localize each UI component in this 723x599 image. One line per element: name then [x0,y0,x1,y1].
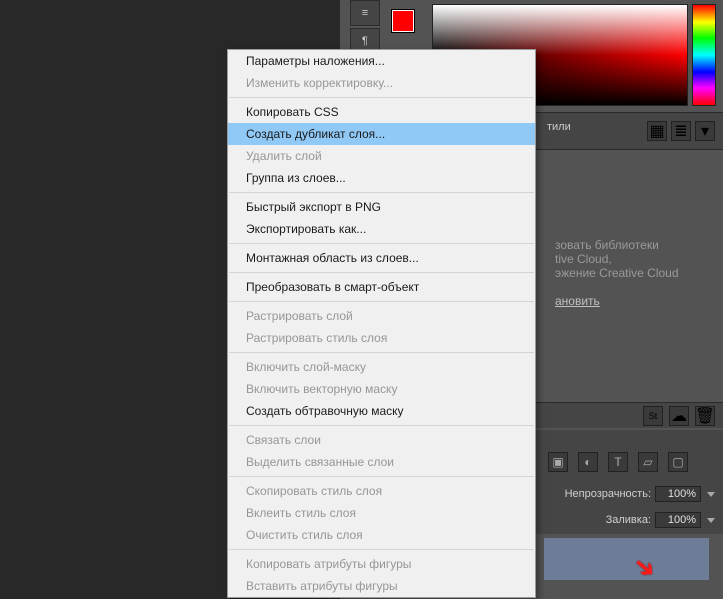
opacity-row: Непрозрачность: 100% [565,486,715,502]
menu-separator [229,549,534,550]
st-icon[interactable]: St [643,406,663,426]
cc-promo-link[interactable]: ановить [555,294,600,308]
menu-item[interactable]: Копировать CSS [228,101,535,123]
menu-item: Удалить слой [228,145,535,167]
panel-icon-column: ≡ ¶ [350,0,380,56]
menu-item: Скопировать стиль слоя [228,480,535,502]
fill-row: Заливка: 100% [606,512,715,528]
hue-slider[interactable] [692,4,716,106]
menu-item[interactable]: Создать обтравочную маску [228,400,535,422]
filter-smart-icon[interactable]: ▢ [668,452,688,472]
menu-item: Включить векторную маску [228,378,535,400]
menu-item: Связать слои [228,429,535,451]
menu-separator [229,272,534,273]
menu-item: Растрировать слой [228,305,535,327]
trash-icon[interactable]: 🗑 [695,406,715,426]
menu-item[interactable]: Преобразовать в смарт-объект [228,276,535,298]
menu-item: Включить слой-маску [228,356,535,378]
menu-item[interactable]: Экспортировать как... [228,218,535,240]
menu-separator [229,301,534,302]
cc-promo-line2: tive Cloud, [555,252,713,266]
cc-promo-line1: зовать библиотеки [555,238,713,252]
menu-item: Выделить связанные слои [228,451,535,473]
menu-item[interactable]: Параметры наложения... [228,50,535,72]
thumb-grid-icon[interactable]: ▦ [647,121,667,141]
link-cloud-icon[interactable]: ☁ [669,406,689,426]
layer-filter-row: ▣ ◐ T ▱ ▢ [548,452,688,472]
fill-value[interactable]: 100% [655,512,701,528]
menu-item: Вставить атрибуты фигуры [228,575,535,597]
foreground-color-swatch[interactable] [392,10,414,32]
menu-separator [229,243,534,244]
opacity-value[interactable]: 100% [655,486,701,502]
menu-item: Изменить корректировку... [228,72,535,94]
menu-separator [229,425,534,426]
menu-item[interactable]: Создать дубликат слоя... [228,123,535,145]
menu-item: Вклеить стиль слоя [228,502,535,524]
filter-shape-icon[interactable]: ▱ [638,452,658,472]
cc-libraries-promo: зовать библиотеки tive Cloud, эжение Cre… [535,150,723,380]
panel-options-bar: St ☁ 🗑 [535,402,723,428]
menu-separator [229,352,534,353]
menu-item[interactable]: Группа из слоев... [228,167,535,189]
styles-tab-label[interactable]: тили [547,121,571,133]
list-icon[interactable]: ≣ [671,121,691,141]
opacity-label: Непрозрачность: [565,488,651,500]
filter-image-icon[interactable]: ▣ [548,452,568,472]
styles-panel: тили ▦ ≣ ▾ [535,112,723,150]
menu-item: Растрировать стиль слоя [228,327,535,349]
menu-separator [229,192,534,193]
panel-menu-icon[interactable]: ▾ [695,121,715,141]
filter-adjust-icon[interactable]: ◐ [578,452,598,472]
menu-item[interactable]: Быстрый экспорт в PNG [228,196,535,218]
chevron-down-icon[interactable] [707,518,715,523]
fill-label: Заливка: [606,514,651,526]
menu-separator [229,97,534,98]
filter-type-icon[interactable]: T [608,452,628,472]
menu-separator [229,476,534,477]
layer-row[interactable] [544,538,709,580]
cc-promo-line3: эжение Creative Cloud [555,266,713,280]
panel-icon-1[interactable]: ≡ [350,0,380,26]
chevron-down-icon[interactable] [707,492,715,497]
menu-item: Копировать атрибуты фигуры [228,553,535,575]
layer-context-menu: Параметры наложения...Изменить корректир… [227,49,536,598]
menu-item: Очистить стиль слоя [228,524,535,546]
foreground-background-swatch[interactable] [392,10,422,40]
menu-item[interactable]: Монтажная область из слоев... [228,247,535,269]
